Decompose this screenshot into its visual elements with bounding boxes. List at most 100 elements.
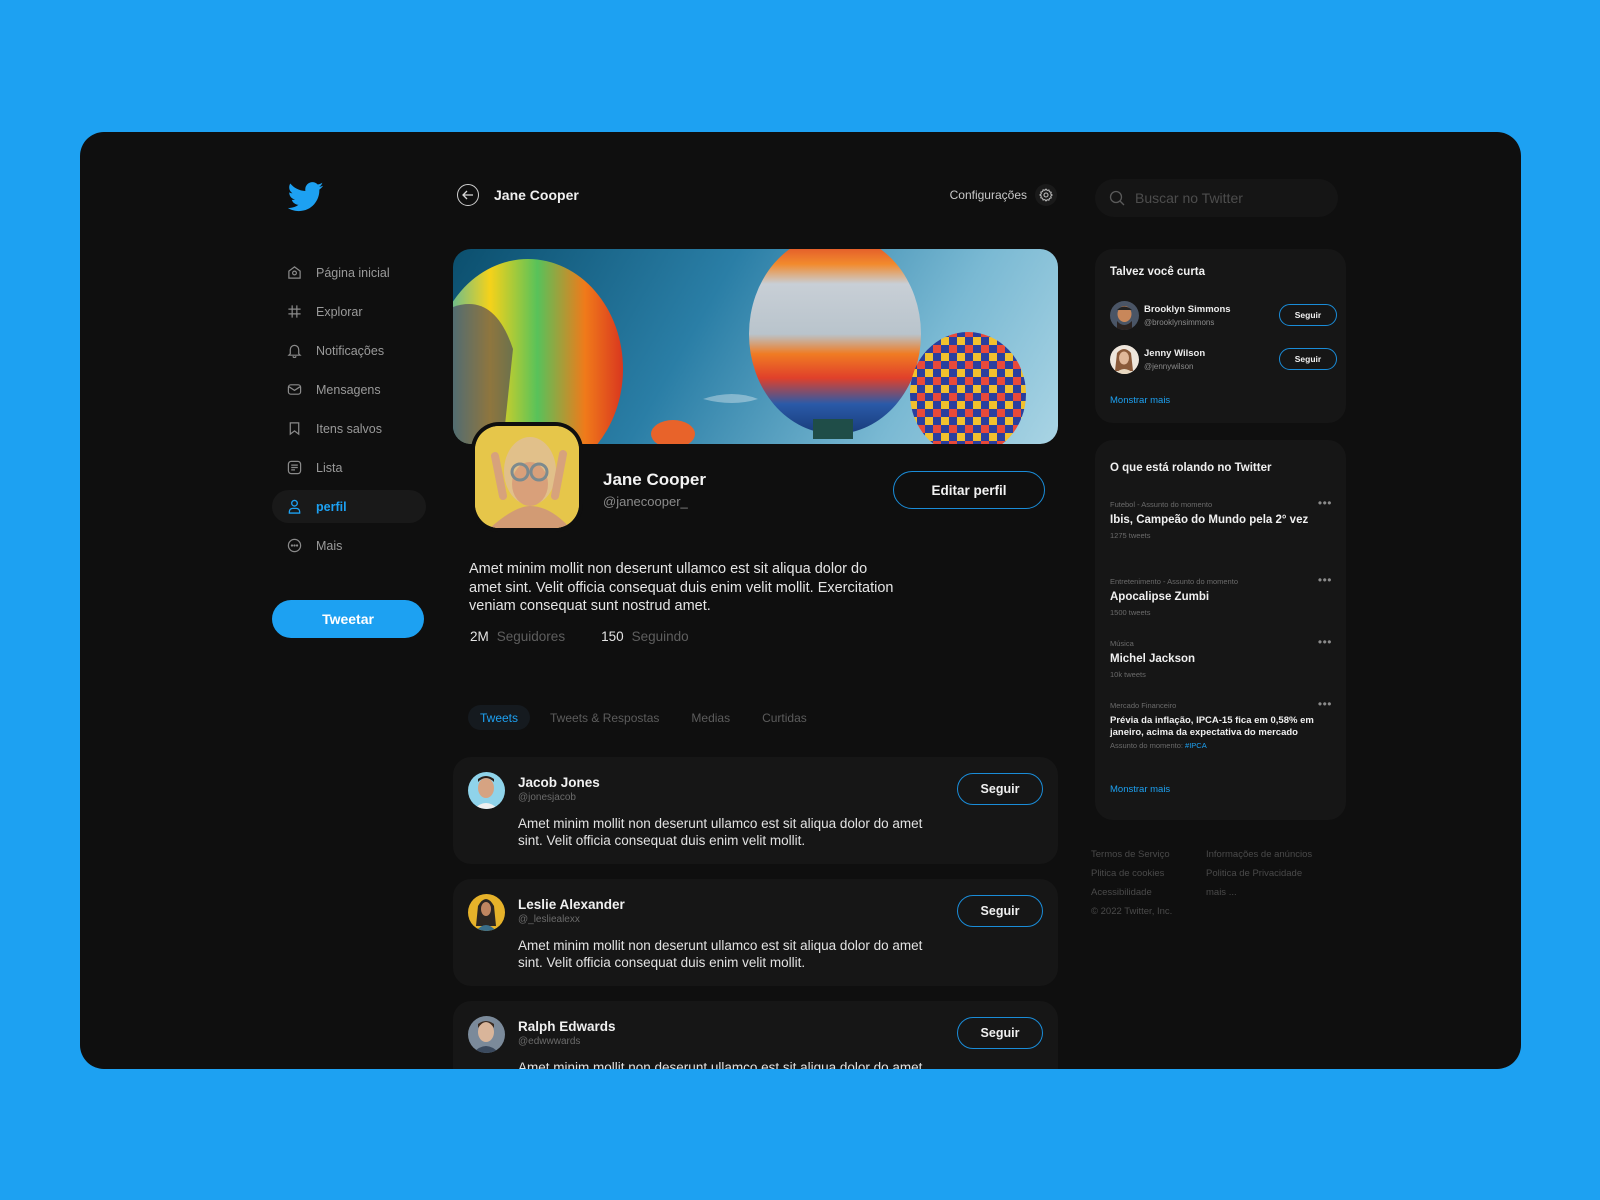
trend-title: Apocalipse Zumbi [1110,591,1210,603]
sidebar-item-bookmarks[interactable]: Itens salvos [272,412,426,445]
sidebar-item-profile[interactable]: perfil [272,490,426,523]
settings-label: Configurações [949,188,1027,202]
bookmark-icon [286,421,302,437]
user-icon [286,499,302,515]
sidebar-item-label: Lista [316,460,343,475]
app-window: Página inicial Explorar Notificações Men… [80,132,1521,1069]
profile-tabs: Tweets Tweets & Respostas Medias Curtida… [468,705,827,730]
sidebar-item-label: Mensagens [316,382,381,397]
more-options-icon[interactable]: ••• [1318,573,1332,587]
profile-name: Jane Cooper [603,470,706,489]
sidebar-item-label: Explorar [316,304,363,319]
tab-medias[interactable]: Medias [679,705,742,730]
follow-button[interactable]: Seguir [1279,348,1337,370]
tweet-button[interactable]: Tweetar [272,600,424,638]
sidebar-item-label: perfil [316,499,347,514]
gear-icon[interactable] [1035,184,1057,206]
tweet-text: Amet minim mollit non deserunt ullamco e… [518,816,923,848]
tweet-text: Amet minim mollit non deserunt ullamco e… [518,938,923,970]
suggestion-name: Jenny Wilson [1144,348,1206,359]
following-stat[interactable]: 150 Seguindo [601,629,689,644]
trend-category: Entretenimento - Assunto do momento [1110,577,1238,586]
sidebar-item-explore[interactable]: Explorar [272,295,426,328]
sidebar-item-label: Notificações [316,343,385,358]
tweet-author-handle: @jonesjacob [518,792,576,803]
sidebar-item-list[interactable]: Lista [272,451,426,484]
trend-count: 1500 tweets [1110,607,1151,617]
edit-profile-button[interactable]: Editar perfil [893,471,1045,509]
suggestion-name: Brooklyn Simmons [1144,304,1231,315]
avatar[interactable] [468,1016,505,1053]
hashtag-icon [286,304,302,320]
suggestion-item[interactable]: Brooklyn Simmons @brooklynsimmons Seguir [1110,301,1337,331]
tweet-author-name[interactable]: Jacob Jones [518,775,600,790]
twitter-logo-icon[interactable] [287,182,324,212]
more-circle-icon [286,538,302,554]
trend-count: 10k tweets [1110,669,1146,679]
footer-link[interactable]: mais ... [1206,887,1237,906]
tweet-card[interactable]: Leslie Alexander @_lesliealexx Amet mini… [453,879,1058,986]
follow-button[interactable]: Seguir [1279,304,1337,326]
follow-button[interactable]: Seguir [957,895,1043,927]
tab-tweets-replies[interactable]: Tweets & Respostas [538,705,671,730]
sidebar-item-messages[interactable]: Mensagens [272,373,426,406]
sidebar-item-label: Mais [316,538,343,553]
sidebar-item-more[interactable]: Mais [272,529,426,562]
following-label: Seguindo [631,629,689,644]
suggestion-handle: @brooklynsimmons [1144,318,1215,327]
trend-hashtag[interactable]: #IPCA [1185,741,1207,750]
search-box[interactable] [1095,179,1338,217]
bell-icon [286,343,302,359]
followers-stat[interactable]: 2M Seguidores [470,629,565,644]
more-options-icon[interactable]: ••• [1318,496,1332,510]
suggestion-item[interactable]: Jenny Wilson @jennywilson Seguir [1110,345,1337,375]
tweet-author-name[interactable]: Ralph Edwards [518,1019,616,1034]
sidebar-item-home[interactable]: Página inicial [272,256,426,289]
tweet-author-name[interactable]: Leslie Alexander [518,897,625,912]
tweet-card[interactable]: Jacob Jones @jonesjacob Amet minim molli… [453,757,1058,864]
profile-avatar[interactable] [471,422,583,532]
suggestions-panel: Talvez você curta Brooklyn Simmons @broo… [1095,249,1346,423]
page-title: Jane Cooper [494,187,579,203]
trend-item[interactable]: Música Michel Jackson 10k tweets ••• [1110,635,1332,679]
avatar[interactable] [1110,345,1139,374]
back-button[interactable] [457,184,479,206]
follow-button[interactable]: Seguir [957,773,1043,805]
footer-link[interactable]: Informações de anúncios [1206,849,1312,868]
tab-likes[interactable]: Curtidas [750,705,819,730]
avatar[interactable] [1110,301,1139,330]
profile-main: Jane Cooper Configurações Jane Cooper @j… [453,132,1059,1069]
trend-title: Ibis, Campeão do Mundo pela 2° vez [1110,514,1309,526]
more-options-icon[interactable]: ••• [1318,635,1332,649]
trends-panel: O que está rolando no Twitter Futebol - … [1095,440,1346,820]
sidebar-nav: Página inicial Explorar Notificações Men… [272,256,426,568]
search-input[interactable] [1135,190,1325,206]
follow-button[interactable]: Seguir [957,1017,1043,1049]
profile-stats: 2M Seguidores 150 Seguindo [470,629,725,644]
show-more-link[interactable]: Monstrar mais [1110,395,1170,406]
avatar[interactable] [468,894,505,931]
tweet-card[interactable]: Ralph Edwards @edwwwards Amet minim moll… [453,1001,1058,1069]
tweet-text: Amet minim mollit non deserunt ullamco e… [518,1060,923,1069]
settings-link[interactable]: Configurações [950,184,1057,206]
footer-link[interactable]: Politica de Privacidade [1206,868,1302,887]
more-options-icon[interactable]: ••• [1318,697,1332,711]
trend-item[interactable]: Futebol - Assunto do momento Ibis, Campe… [1110,496,1332,540]
avatar[interactable] [468,772,505,809]
tab-tweets[interactable]: Tweets [468,705,531,730]
footer-link[interactable]: Termos de Serviço [1091,849,1206,868]
trend-item[interactable]: Mercado Financeiro Prévia da inflação, I… [1110,697,1332,750]
trend-count-prefix: Assunto do momento: [1110,741,1186,750]
show-more-link[interactable]: Monstrar mais [1110,784,1170,795]
mail-icon [286,382,302,398]
tweet-author-handle: @edwwwards [518,1036,581,1047]
sidebar-item-notifications[interactable]: Notificações [272,334,426,367]
footer-link[interactable]: Plitica de cookies [1091,868,1206,887]
trend-item[interactable]: Entretenimento - Assunto do momento Apoc… [1110,573,1332,617]
search-icon [1109,190,1125,206]
sidebar-item-label: Itens salvos [316,421,383,436]
copyright: © 2022 Twitter, Inc. [1091,906,1173,917]
profile-bio: Amet minim mollit non deserunt ullamco e… [469,561,894,614]
trend-category: Futebol - Assunto do momento [1110,500,1213,509]
footer-link[interactable]: Acessibilidade [1091,887,1206,906]
